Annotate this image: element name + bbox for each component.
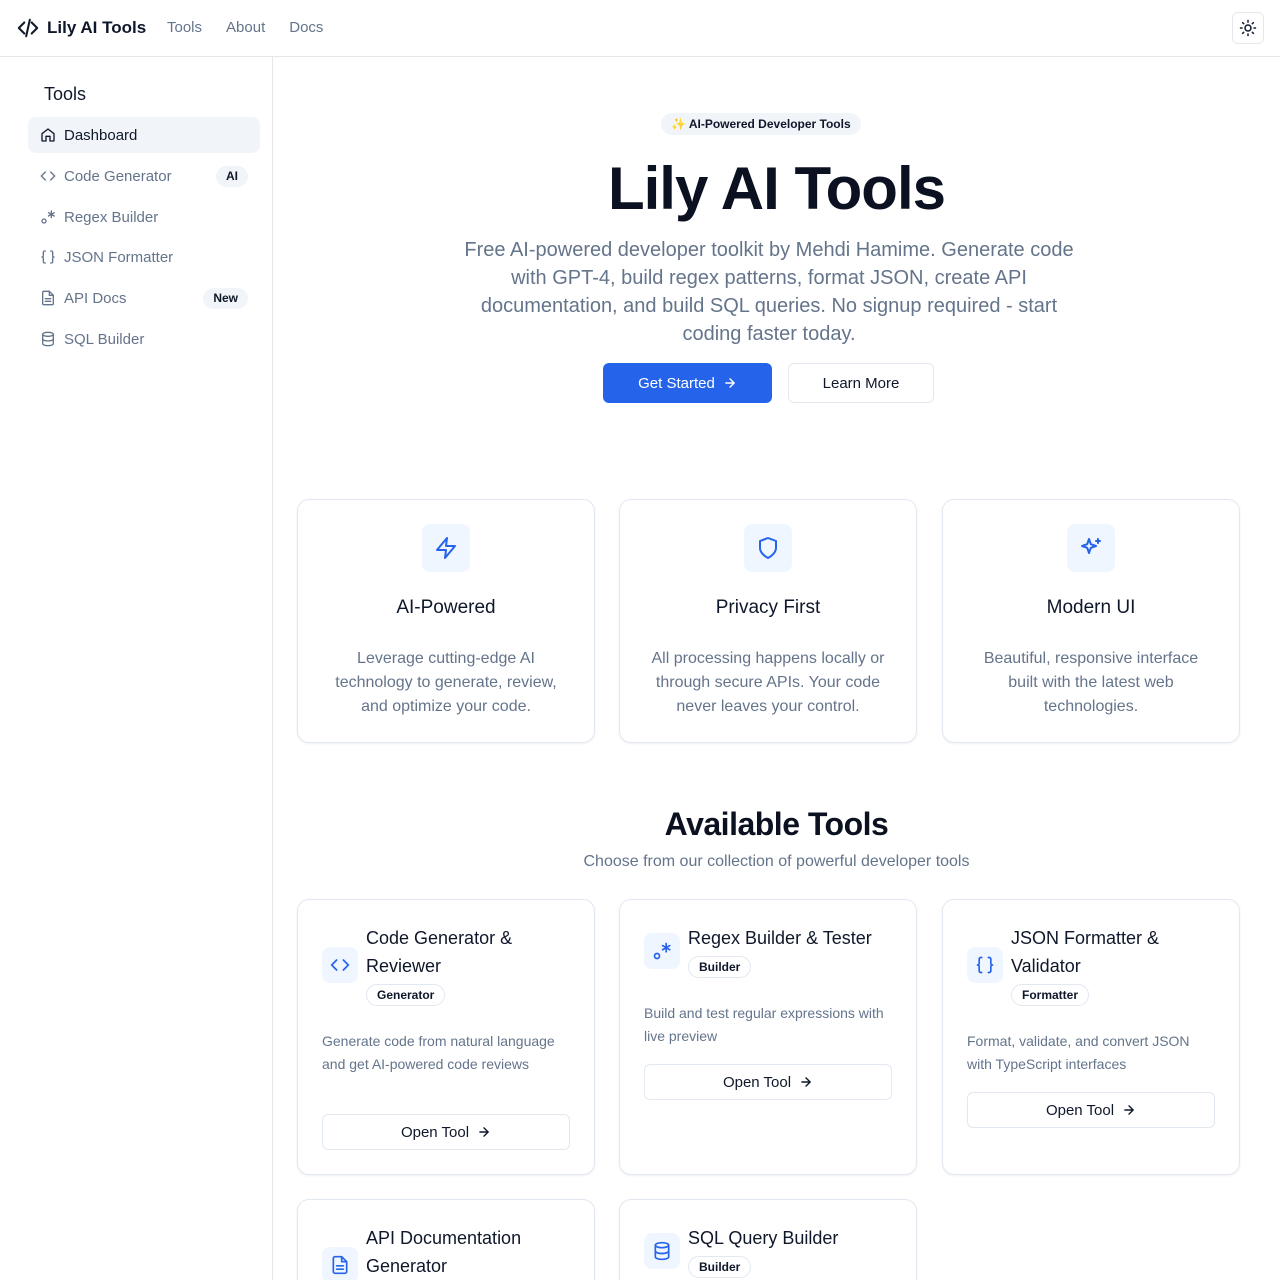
- tool-icon-box: [322, 947, 358, 983]
- tool-icon-box: [967, 947, 1003, 983]
- sparkles-icon: [1081, 538, 1101, 554]
- feature-description: Leverage cutting-edge AI technology to g…: [335, 650, 557, 715]
- sidebar-item-json-formatter[interactable]: JSON Formatter: [28, 239, 260, 275]
- feature-title: Privacy First: [715, 597, 821, 618]
- nav-link-tools[interactable]: Tools: [167, 19, 202, 36]
- code-brackets-icon: [17, 18, 39, 38]
- zap-icon: [436, 537, 456, 559]
- tool-category-badge: Generator: [366, 984, 446, 1006]
- top-nav-links: Tools About Docs: [167, 19, 323, 36]
- tool-icon-box: [322, 1247, 358, 1280]
- section-subtitle: Choose from our collection of powerful d…: [583, 853, 970, 870]
- tool-card-regex-builder: Regex Builder & Tester Builder Build and…: [619, 899, 917, 1175]
- new-badge: New: [203, 288, 248, 309]
- top-navbar: Lily AI Tools Tools About Docs: [0, 0, 1280, 57]
- arrow-right-icon: [725, 378, 735, 388]
- tool-title: Regex Builder & Tester: [688, 928, 872, 948]
- feature-title: AI-Powered: [396, 597, 496, 618]
- database-icon: [654, 1241, 670, 1261]
- feature-icon-box: [422, 524, 470, 572]
- home-icon: [41, 128, 55, 142]
- tool-description: Generate code from natural language and …: [322, 1033, 555, 1072]
- section-title: Available Tools: [664, 806, 889, 842]
- feature-card-modern-ui: Modern UI Beautiful, responsive interfac…: [942, 499, 1240, 743]
- open-tool-label: Open Tool: [400, 1123, 470, 1141]
- open-tool-label: Open Tool: [1045, 1101, 1115, 1119]
- arrow-right-icon: [801, 1077, 811, 1087]
- tool-title: JSON Formatter & Validator: [1011, 928, 1160, 976]
- feature-title: Modern UI: [1046, 597, 1136, 618]
- sidebar-item-label: Code Generator: [64, 167, 172, 185]
- sidebar-item-api-docs[interactable]: API Docs New: [28, 280, 260, 316]
- brand-name: Lily AI Tools: [47, 18, 147, 37]
- sidebar-item-label: JSON Formatter: [64, 248, 174, 266]
- feature-description: Beautiful, responsive interface built wi…: [983, 650, 1199, 715]
- nav-link-docs[interactable]: Docs: [289, 19, 323, 36]
- sidebar-item-label: SQL Builder: [64, 330, 145, 348]
- code-icon: [40, 171, 56, 181]
- sidebar-item-label: API Docs: [64, 289, 127, 307]
- tool-icon-box: [644, 1233, 680, 1269]
- nav-link-about[interactable]: About: [226, 19, 265, 36]
- braces-icon: [976, 956, 994, 974]
- tool-card-sql-builder: SQL Query Builder Builder: [619, 1199, 917, 1280]
- feature-card-privacy-first: Privacy First All processing happens loc…: [619, 499, 917, 743]
- arrow-right-icon: [1124, 1105, 1134, 1115]
- feature-icon-box: [744, 524, 792, 572]
- regex-icon: [653, 942, 671, 960]
- shield-icon: [759, 537, 777, 559]
- learn-more-button[interactable]: Learn More: [788, 363, 934, 403]
- arrow-right-icon: [479, 1127, 489, 1137]
- tool-category-badge: Builder: [688, 1256, 752, 1278]
- tool-description: Format, validate, and convert JSON with …: [967, 1033, 1190, 1072]
- open-tool-button[interactable]: Open Tool: [322, 1114, 570, 1150]
- tool-card-code-generator: Code Generator & Reviewer Generator Gene…: [297, 899, 595, 1175]
- sidebar-item-label: Dashboard: [64, 126, 138, 144]
- sidebar: Tools Dashboard Code Generator AI Regex …: [0, 57, 273, 1280]
- theme-toggle-button[interactable]: [1232, 12, 1264, 44]
- get-started-button[interactable]: Get Started: [603, 363, 772, 403]
- file-text-icon: [332, 1255, 348, 1275]
- sidebar-item-label: Regex Builder: [64, 208, 159, 226]
- tool-card-api-docs: API Documentation Generator: [297, 1199, 595, 1280]
- tool-icon-box: [644, 933, 680, 969]
- hero-tagline-badge: ✨ AI-Powered Developer Tools: [661, 113, 861, 135]
- open-tool-label: Open Tool: [722, 1073, 792, 1091]
- ai-badge: AI: [216, 166, 248, 187]
- sidebar-item-dashboard[interactable]: Dashboard: [28, 117, 260, 153]
- page-title: Lily AI Tools: [607, 155, 946, 222]
- tool-title: SQL Query Builder: [688, 1228, 839, 1248]
- sidebar-item-sql-builder[interactable]: SQL Builder: [28, 321, 260, 357]
- feature-description: All processing happens locally or throug…: [651, 650, 885, 715]
- braces-icon: [41, 250, 55, 264]
- tool-card-json-formatter: JSON Formatter & Validator Formatter For…: [942, 899, 1240, 1175]
- brand-logo-link[interactable]: Lily AI Tools: [17, 17, 146, 39]
- sidebar-title: Tools: [44, 84, 87, 104]
- file-text-icon: [42, 290, 54, 306]
- tool-title: Code Generator & Reviewer: [366, 928, 513, 976]
- tool-description: Build and test regular expressions with …: [644, 1005, 884, 1044]
- sidebar-item-regex-builder[interactable]: Regex Builder: [28, 199, 260, 235]
- sidebar-item-code-generator[interactable]: Code Generator AI: [28, 158, 260, 194]
- code-icon: [330, 959, 350, 971]
- tool-title: API Documentation Generator: [366, 1228, 522, 1276]
- tool-category-badge: Formatter: [1011, 984, 1090, 1006]
- get-started-label: Get Started: [638, 374, 715, 392]
- open-tool-button[interactable]: Open Tool: [967, 1092, 1215, 1128]
- sun-icon: [1239, 19, 1257, 37]
- tool-category-badge: Builder: [688, 956, 752, 978]
- feature-card-ai-powered: AI-Powered Leverage cutting-edge AI tech…: [297, 499, 595, 743]
- open-tool-button[interactable]: Open Tool: [644, 1064, 892, 1100]
- feature-icon-box: [1067, 524, 1115, 572]
- hero-description: Free AI-powered developer toolkit by Meh…: [464, 239, 1074, 345]
- regex-icon: [41, 210, 55, 224]
- database-icon: [42, 331, 54, 347]
